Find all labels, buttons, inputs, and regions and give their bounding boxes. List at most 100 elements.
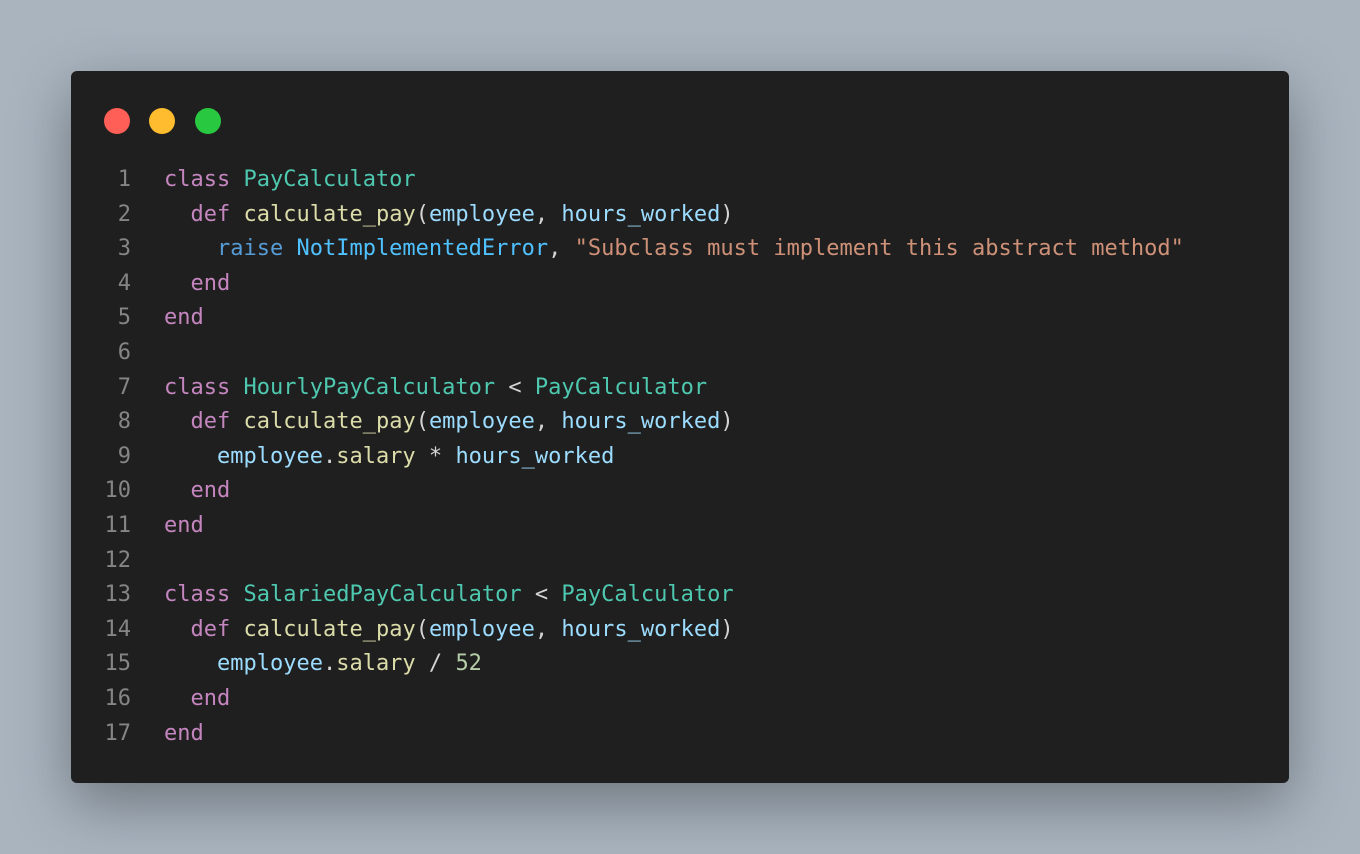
code-token: def	[190, 201, 231, 227]
code-token: "Subclass must implement this abstract m…	[574, 236, 1184, 262]
code-token: class	[164, 374, 231, 400]
line-source: class HourlyPayCalculator < PayCalculato…	[164, 371, 707, 406]
line-number: 11	[104, 512, 132, 538]
code-token: end	[190, 685, 231, 711]
minimize-dot-icon[interactable]	[149, 108, 175, 134]
code-window: 1 class PayCalculator 2 def calculate_pay(…	[71, 71, 1289, 783]
line-source: def calculate_pay(employee, hours_worked…	[164, 405, 734, 440]
code-token: (	[415, 616, 429, 642]
line-source: end	[164, 474, 231, 509]
line-number: 3	[117, 236, 131, 262]
line-number: 13	[104, 582, 132, 608]
code-line: 11 end	[71, 509, 1289, 544]
code-token: )	[720, 409, 734, 435]
code-token: raise	[216, 236, 284, 262]
line-source: end	[164, 301, 204, 336]
line-source: employee.salary / 52	[164, 647, 482, 682]
code-token: employee	[428, 409, 535, 435]
code-token: def	[190, 409, 231, 435]
line-number: 17	[104, 720, 132, 746]
code-token: (	[415, 201, 429, 227]
code-token: end	[164, 720, 204, 746]
code-token: employee	[216, 651, 323, 677]
code-token: end	[164, 305, 204, 331]
code-line: 15 employee.salary / 52	[71, 647, 1289, 682]
code-token: SalariedPayCalculator	[243, 582, 522, 608]
code-token: )	[720, 201, 734, 227]
code-line: 3 raise NotImplementedError, "Subclass m…	[71, 232, 1289, 267]
code-line: 4 end	[71, 267, 1289, 302]
code-line: 6	[71, 336, 1289, 371]
code-line: 8 def calculate_pay(employee, hours_work…	[71, 405, 1289, 440]
line-number: 14	[104, 616, 132, 642]
line-number: 15	[104, 651, 132, 677]
line-number: 12	[104, 547, 132, 573]
code-token: hours_worked	[455, 443, 615, 469]
code-token: employee	[428, 201, 535, 227]
maximize-dot-icon[interactable]	[195, 108, 221, 134]
code-token: employee	[216, 443, 323, 469]
line-number: 7	[117, 374, 131, 400]
code-token: hours_worked	[561, 409, 721, 435]
code-token: PayCalculator	[561, 582, 734, 608]
code-token: end	[164, 512, 204, 538]
line-source: raise NotImplementedError, "Subclass mus…	[164, 232, 1184, 267]
code-line: 13 class SalariedPayCalculator < PayCalcu…	[71, 578, 1289, 613]
line-source: end	[164, 509, 204, 544]
code-token: NotImplementedError	[296, 236, 549, 262]
line-source: end	[164, 682, 231, 717]
code-token: class	[164, 582, 231, 608]
line-source: class SalariedPayCalculator < PayCalcula…	[164, 578, 734, 613]
code-token: hours_worked	[561, 201, 721, 227]
code-token: end	[190, 270, 231, 296]
line-source: employee.salary * hours_worked	[164, 440, 614, 475]
code-token: ,	[534, 409, 562, 435]
line-source: end	[164, 717, 204, 752]
line-number: 16	[104, 685, 132, 711]
code-line: 2 def calculate_pay(employee, hours_work…	[71, 198, 1289, 233]
code-token: 52	[455, 651, 482, 677]
line-number: 4	[117, 270, 131, 296]
code-token: PayCalculator	[534, 374, 708, 400]
code-token: calculate_pay	[243, 616, 416, 642]
close-dot-icon[interactable]	[104, 108, 130, 134]
code-line: 14 def calculate_pay(employee, hours_wor…	[71, 613, 1289, 648]
code-block: 1 class PayCalculator 2 def calculate_pay(…	[71, 163, 1289, 751]
code-token: ,	[548, 236, 575, 262]
code-token: employee	[428, 616, 535, 642]
code-token: salary	[336, 443, 416, 469]
code-token: class	[164, 167, 231, 192]
code-token: HourlyPayCalculator	[243, 374, 496, 400]
code-token: end	[190, 478, 231, 504]
line-number: 2	[117, 201, 131, 227]
code-token: <	[521, 582, 562, 608]
code-token: calculate_pay	[243, 409, 416, 435]
code-line: 10 end	[71, 474, 1289, 509]
line-number: 8	[117, 409, 131, 435]
code-token: /	[415, 651, 456, 677]
code-line: 16 end	[71, 682, 1289, 717]
line-number: 6	[117, 339, 131, 365]
code-token: )	[720, 616, 734, 642]
code-token: ,	[534, 201, 562, 227]
code-token: (	[415, 409, 429, 435]
line-number: 10	[104, 478, 132, 504]
code-line: 7 class HourlyPayCalculator < PayCalculat…	[71, 371, 1289, 406]
line-number: 9	[117, 443, 131, 469]
code-token: ,	[534, 616, 562, 642]
line-source: def calculate_pay(employee, hours_worked…	[164, 198, 734, 233]
code-token: *	[415, 443, 456, 469]
